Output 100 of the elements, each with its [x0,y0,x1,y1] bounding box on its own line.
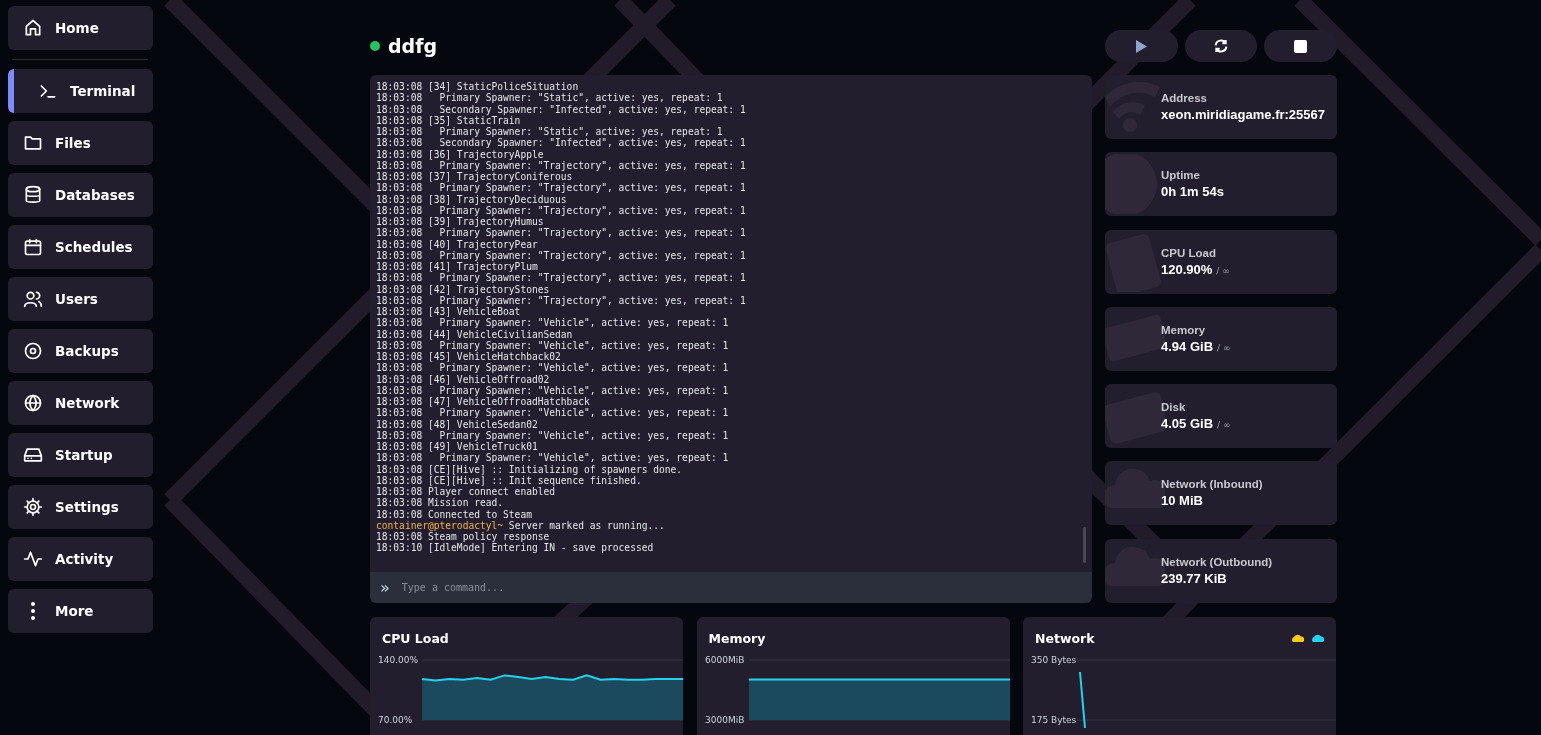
console-line: 18:03:08 Primary Spawner: "Trajectory", active: yes, repeat: 1 [376,227,747,239]
stat-limit: / ∞ [1216,265,1230,276]
console-line: 18:03:08 Steam policy response [376,531,551,543]
activity-icon [23,549,43,569]
console-line: 18:03:08 Primary Spawner: "Trajectory", active: yes, repeat: 1 [376,272,747,284]
sidebar-item[interactable]: Activity [8,537,153,581]
console-line: 18:03:08 Primary Spawner: "Vehicle", active: yes, repeat: 1 [376,407,730,419]
play-icon [1135,39,1148,53]
console-line: 18:03:08 [38] TrajectoryDeciduous [376,193,568,205]
sidebar-item[interactable]: Network [8,381,153,425]
console-line: 18:03:08 Mission read. [376,497,505,509]
console-line: container@pterodactyl~ Server marked as running... [376,519,666,531]
sidebar-item[interactable]: Startup [8,433,153,477]
console-line: 18:03:08 Primary Spawner: "Trajectory", active: yes, repeat: 1 [376,182,747,194]
stat-limit: / ∞ [1217,420,1231,431]
users-icon [23,289,43,309]
stat-label: Disk [1161,401,1187,414]
console-line: 18:03:08 Primary Spawner: "Static", active: yes, repeat: 1 [376,92,724,104]
scrollbar[interactable] [1083,527,1086,563]
console-line: 18:03:08 [CE][Hive] :: Initializing of spawners done. [376,463,684,475]
stat-value: 120.90% [1161,261,1213,277]
console-line: 18:03:08 [CE][Hive] :: Init sequence finished. [376,474,642,486]
stat-value: 239.77 KiB [1161,570,1227,586]
console-line: 18:03:08 [34] StaticPoliceSituation [376,81,580,93]
more-icon [31,602,35,620]
console-line: 18:03:08 [46] VehicleOffroad02 [376,373,551,385]
console-line: 18:03:08 [42] TrajectoryStones [376,283,551,295]
axis-label: 350 Bytes [1031,655,1077,665]
console-line: 18:03:08 Primary Spawner: "Vehicle", active: yes, repeat: 1 [376,317,730,329]
sidebar-item[interactable]: Files [8,121,153,165]
sidebar-item[interactable]: Users [8,277,153,321]
axis-label: 3000MiB [704,715,744,725]
stat-value: 0h 1m 54s [1161,184,1224,200]
axis-label: 6000MiB [704,655,744,665]
sidebar-item[interactable]: Schedules [8,225,153,269]
chart-title: CPU Load [382,631,449,646]
sidebar-item[interactable]: Home [8,6,153,50]
stat-label: Address [1161,92,1209,104]
stat-value: 10 MiB [1161,493,1203,509]
console-line: 18:03:08 [41] TrajectoryPlum [376,261,539,273]
console-line: 18:03:08 [47] VehicleOffroadHatchback [376,396,591,408]
home-icon [23,18,43,38]
console-line: 18:03:08 Secondary Spawner: "Infected", active: yes, repeat: 1 [376,137,747,149]
stat-label: Uptime [1161,169,1201,182]
axis-label: 175 Bytes [1031,715,1077,725]
console-line: 18:03:08 Primary Spawner: "Trajectory", active: yes, repeat: 1 [376,249,747,261]
stat-label: Memory [1161,323,1207,336]
console-line: 18:03:08 [43] VehicleBoat [376,306,522,318]
console-line: 18:03:08 [49] VehicleTruck01 [376,441,539,453]
axis-label: 70.00% [378,715,413,725]
chart-title: Network [1035,631,1095,646]
console-line: 18:03:08 Primary Spawner: "Vehicle", active: yes, repeat: 1 [376,339,730,351]
disc-icon [23,341,43,361]
folder-icon [23,133,43,153]
axis-label: 140.00% [378,655,419,665]
console-line: 18:03:08 Secondary Spawner: "Infected", active: yes, repeat: 1 [376,103,747,115]
stat-value: xeon.miridiagame.fr:25567 [1161,107,1326,122]
console-line: 18:03:08 [35] StaticTrain [376,114,521,126]
stat-label: Network (Inbound) [1161,478,1263,491]
console-line: 18:03:08 Primary Spawner: "Vehicle", active: yes, repeat: 1 [376,452,730,464]
command-input[interactable]: Type a command... [399,581,1092,594]
refresh-icon [1213,38,1229,54]
globe-icon [23,393,43,413]
console-line: 18:03:08 [36] TrajectoryApple [376,148,545,160]
chart-title: Memory [708,631,766,646]
console-line: 18:03:08 Primary Spawner: "Trajectory", active: yes, repeat: 1 [376,294,747,306]
stat-label: Network (Outbound) [1161,555,1273,568]
traffic-line [1079,671,1086,728]
sidebar-item[interactable]: Terminal [8,69,153,113]
stat-limit: / ∞ [1217,342,1231,353]
console-line: 18:03:08 [37] TrajectoryConiferous [376,171,574,183]
stat-label: CPU Load [1161,246,1217,259]
command-field[interactable]: » Type a command... [370,572,1092,603]
console-line: 18:03:08 Primary Spawner: "Vehicle", active: yes, repeat: 1 [376,362,730,374]
stop-button[interactable] [1264,30,1337,62]
server-name: ddfg [388,35,438,57]
console-line: 18:03:08 [44] VehicleCivilianSedan [376,328,574,340]
console-line: 18:03:08 Primary Spawner: "Vehicle", active: yes, repeat: 1 [376,384,730,396]
console-line: 18:03:08 [48] VehicleSedan02 [376,418,539,430]
console-line: 18:03:08 [45] VehicleHatchback02 [376,351,562,363]
sidebar-item[interactable]: Databases [8,173,153,217]
console-line: 18:03:08 [39] TrajectoryHumus [376,216,545,228]
sidebar-item[interactable]: More [8,589,153,633]
stat-value: 4.94 GiB [1161,338,1214,354]
console-line: 18:03:08 Connected to Steam [376,508,533,520]
stop-icon [1294,39,1308,53]
sidebar-item[interactable]: Backups [8,329,153,373]
console-line: 18:03:08 [40] TrajectoryPear [376,238,539,250]
console-line: 18:03:08 Primary Spawner: "Vehicle", active: yes, repeat: 1 [376,429,730,441]
console-line: 18:03:10 [IdleMode] Entering IN - save processed [376,542,655,554]
sidebar-item[interactable]: Settings [8,485,153,529]
calendar-icon [23,237,43,257]
database-icon [23,185,43,205]
prompt-symbol: » [380,578,390,597]
stat-value: 4.05 GiB [1161,416,1214,432]
console-line: 18:03:08 Primary Spawner: "Trajectory", active: yes, repeat: 1 [376,159,747,171]
console-line: 18:03:08 Primary Spawner: "Trajectory", active: yes, repeat: 1 [376,204,747,216]
console-line: 18:03:08 Player connect enabled [376,486,557,498]
restart-button[interactable] [1184,30,1258,62]
console-line: 18:03:08 Primary Spawner: "Static", active: yes, repeat: 1 [376,126,724,138]
